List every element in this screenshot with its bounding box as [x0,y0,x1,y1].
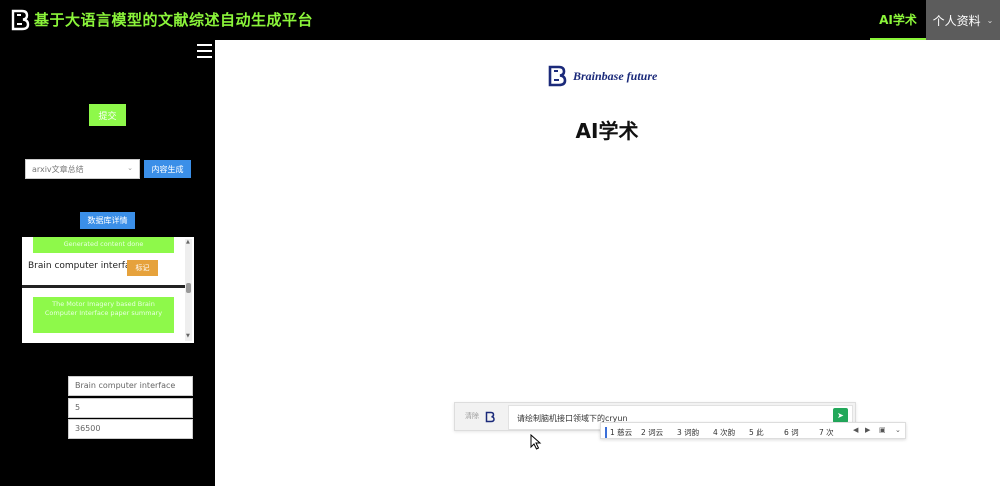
app-logo-icon [11,9,30,31]
ime-candidate[interactable]: 4 次韵 [713,427,735,438]
timelimit-input[interactable]: 36500 [68,419,193,439]
chevron-down-icon[interactable]: ⌄ [895,426,901,434]
generate-content-button[interactable]: 内容生成 [144,160,191,178]
function-select-label: 功能选择 [87,139,128,150]
assistant-message: Generated content done [33,237,174,253]
sidebar-title: 一键内容生成 [68,80,147,95]
pages-input[interactable]: 5 [68,398,193,418]
brainbase-logo-icon [548,65,567,87]
app-title: 基于大语言模型的文献综述自动生成平台 [34,11,314,29]
chat-scrollbar[interactable]: ▲ ▼ [185,239,192,341]
database-detail-button[interactable]: 数据库详情 [80,212,135,229]
page-title: AI学术 [575,119,639,143]
ime-candidate-bar: 1 慈云 2 词云 3 词韵 4 次韵 5 此 6 词 7 次 ◀ ▶ ▣ ⌄ [600,422,906,439]
function-select[interactable]: arxiv文章总结 ⌄ [25,159,140,179]
param-label-search: 搜索 [35,386,54,396]
scroll-down-icon[interactable]: ▼ [186,333,190,339]
user-message: Brain computer interface [28,261,141,271]
prev-page-icon[interactable]: ◀ [853,426,858,434]
param-label-timelimit: 文章时限 [26,430,63,440]
params-title: 参数设置 [87,357,128,368]
ime-candidate[interactable]: 2 词云 [641,427,663,438]
ime-menu-icon[interactable]: ▣ [879,426,886,434]
function-select-value: arxiv文章总结 [32,165,84,174]
nav-ai-academic[interactable]: AI学术 [870,0,926,40]
assistant-message: The Motor Imagery based Brain Computer I… [33,297,174,333]
top-navbar: 基于大语言模型的文献综述自动生成平台 AI学术 个人资料 ⌄ [0,0,1000,40]
ime-candidate[interactable]: 7 次 [819,427,834,438]
clear-button[interactable]: 清除 [465,411,479,421]
ime-candidate[interactable]: 1 慈云 [605,427,632,438]
ime-candidate[interactable]: 5 此 [749,427,764,438]
nav-profile-label: 个人资料 [932,13,981,28]
chat-history[interactable]: Generated content done Brain computer in… [22,237,194,343]
send-icon[interactable]: ➤ [833,408,848,423]
divider [22,285,187,288]
mark-button[interactable]: 标记 [127,260,158,276]
scroll-up-icon[interactable]: ▲ [186,239,190,245]
nav-profile-menu[interactable]: 个人资料 ⌄ [926,0,1000,40]
brand-name: Brainbase future [573,68,658,83]
next-page-icon[interactable]: ▶ [865,426,870,434]
chevron-down-icon: ⌄ [986,15,994,25]
search-input[interactable]: Brain computer interface [68,376,193,396]
submit-button[interactable]: 提交 [89,104,126,126]
mouse-pointer-icon [530,434,542,450]
scroll-thumb[interactable] [186,283,191,293]
ime-candidate[interactable]: 3 词韵 [677,427,699,438]
chevron-down-icon: ⌄ [127,164,133,172]
brainbase-logo-icon [485,411,495,423]
brand-logo: Brainbase future [547,65,657,87]
hamburger-menu-icon[interactable] [197,44,212,58]
param-label-pages: 查询页数 [26,408,63,418]
database-count: 数据库中现有文章数：831 [50,193,165,204]
ime-candidate[interactable]: 6 词 [784,427,799,438]
